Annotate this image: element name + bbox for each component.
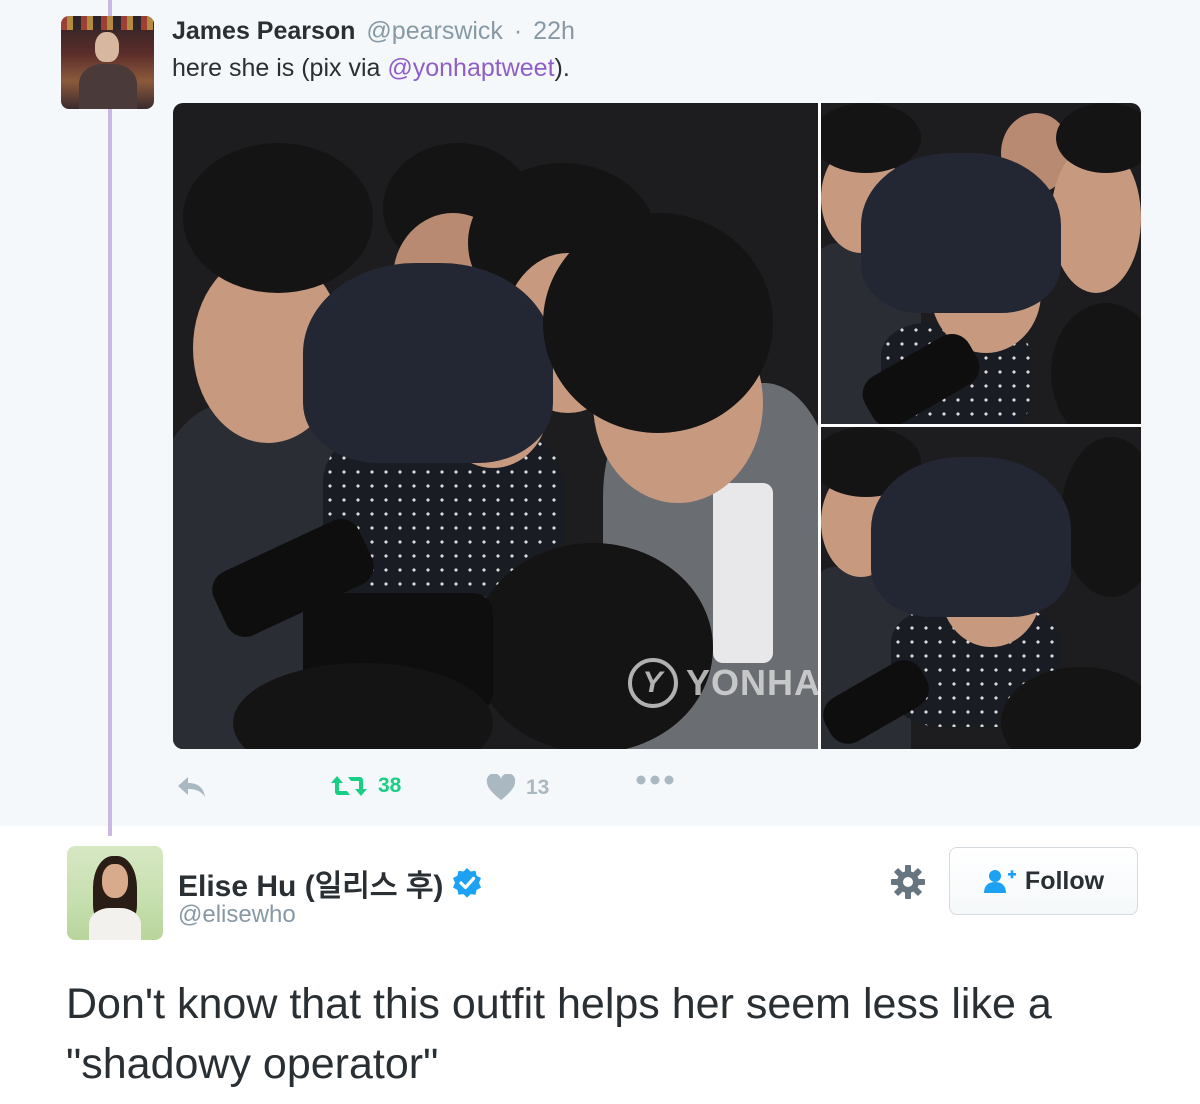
main-tweet-text: Don't know that this outfit helps her se… [66,980,1052,1088]
header-separator: · [513,17,523,45]
like-count: 13 [526,775,550,799]
yonhap-watermark: Y YONHA [628,658,818,708]
photo-bottom-right[interactable] [821,427,1141,749]
parent-text-before: here she is (pix via [172,54,388,82]
retweet-icon [331,776,367,796]
follow-button[interactable]: Follow [949,847,1138,915]
mention-link[interactable]: @yonhaptweet [387,54,554,82]
retweet-button[interactable]: 38 [330,774,401,798]
photo-grid: Y YONHA [173,103,1141,749]
yonhap-logo-icon: Y [628,658,678,708]
tweet-actions: 38 13 [0,772,1200,806]
heart-icon [486,774,516,800]
more-icon [636,775,674,785]
main-author-handle[interactable]: @elisewho [178,901,296,929]
parent-author-handle[interactable]: @pearswick [366,17,503,45]
follow-person-icon [983,870,1016,893]
parent-tweet-header: James Pearson @pearswick · 22h [172,17,575,46]
main-author-name-row: Elise Hu (일리스 후) [178,861,483,905]
more-button[interactable] [636,774,674,786]
parent-author-name[interactable]: James Pearson [172,17,355,45]
settings-button[interactable] [889,863,927,901]
reply-icon [178,777,205,797]
parent-text-after: ). [554,54,570,82]
watermark-text: YONHA [686,662,818,703]
main-author-name[interactable]: Elise Hu (일리스 후) [178,861,443,905]
like-button[interactable]: 13 [486,774,549,801]
parent-tweet-text: here she is (pix via @yonhaptweet). [172,54,570,83]
follow-label: Follow [1024,866,1105,895]
photo-main[interactable]: Y YONHA [173,103,818,749]
verified-badge-icon [453,868,482,898]
main-author-avatar[interactable] [67,846,163,940]
parent-tweet-time[interactable]: 22h [533,17,575,45]
parent-author-avatar[interactable] [61,16,154,109]
parent-tweet: James Pearson @pearswick · 22h here she … [0,0,1200,836]
gear-icon [891,865,925,899]
photo-top-right[interactable] [821,103,1141,424]
retweet-count: 38 [378,774,402,797]
reply-button[interactable] [176,774,208,800]
thread-connector-line [108,0,112,836]
